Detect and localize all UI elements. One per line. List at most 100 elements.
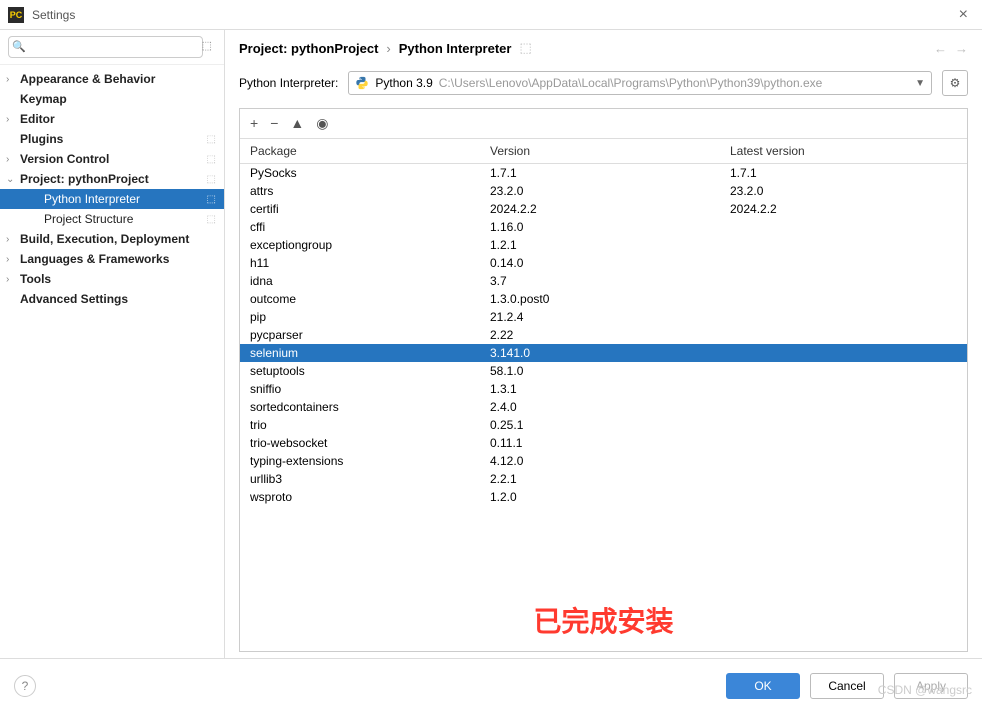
sidebar-item[interactable]: ›Languages & Frameworks	[0, 249, 224, 269]
package-version: 3.141.0	[480, 344, 720, 362]
sidebar-item[interactable]: ›Version Control⬚	[0, 149, 224, 169]
sidebar-item[interactable]: Keymap	[0, 89, 224, 109]
package-row[interactable]: pip21.2.4	[240, 308, 967, 326]
package-row[interactable]: urllib32.2.1	[240, 470, 967, 488]
package-row[interactable]: sortedcontainers2.4.0	[240, 398, 967, 416]
scope-badge-icon: ⬚	[207, 154, 216, 165]
packages-header: Package Version Latest version	[240, 139, 967, 164]
package-latest	[720, 290, 967, 308]
package-name: outcome	[240, 290, 480, 308]
close-icon[interactable]: ×	[953, 6, 974, 24]
column-version[interactable]: Version	[480, 139, 720, 163]
package-latest	[720, 398, 967, 416]
package-row[interactable]: wsproto1.2.0	[240, 488, 967, 506]
ok-button[interactable]: OK	[726, 673, 800, 699]
python-icon	[355, 76, 369, 90]
chevron-icon: ›	[6, 154, 20, 165]
package-latest	[720, 236, 967, 254]
interpreter-label: Python Interpreter:	[239, 76, 338, 90]
package-latest: 2024.2.2	[720, 200, 967, 218]
column-package[interactable]: Package	[240, 139, 480, 163]
sidebar-item[interactable]: ›Tools	[0, 269, 224, 289]
package-row[interactable]: idna3.7	[240, 272, 967, 290]
package-row[interactable]: attrs23.2.023.2.0	[240, 182, 967, 200]
sidebar: 🔍 ⬚ ›Appearance & BehaviorKeymap›EditorP…	[0, 30, 225, 658]
package-name: wsproto	[240, 488, 480, 506]
sidebar-subitem[interactable]: Project Structure⬚	[0, 209, 224, 229]
annotation-overlay: 已完成安装	[533, 600, 673, 640]
sidebar-item[interactable]: Advanced Settings	[0, 289, 224, 309]
sidebar-item-label: Tools	[20, 272, 216, 286]
package-version: 1.3.0.post0	[480, 290, 720, 308]
package-latest	[720, 452, 967, 470]
package-version: 4.12.0	[480, 452, 720, 470]
sidebar-item-label: Version Control	[20, 152, 207, 166]
package-name: pycparser	[240, 326, 480, 344]
settings-tree: ›Appearance & BehaviorKeymap›EditorPlugi…	[0, 65, 224, 658]
interpreter-settings-button[interactable]: ⚙	[942, 70, 968, 96]
chevron-icon: ›	[6, 74, 20, 85]
sidebar-subitem[interactable]: Python Interpreter⬚	[0, 189, 224, 209]
search-input[interactable]	[8, 36, 203, 58]
package-row[interactable]: typing-extensions4.12.0	[240, 452, 967, 470]
upgrade-package-button[interactable]: ▲	[290, 115, 304, 132]
window-title: Settings	[32, 8, 75, 22]
package-version: 21.2.4	[480, 308, 720, 326]
back-icon[interactable]: ←	[934, 41, 947, 56]
scope-badge-icon: ⬚	[207, 214, 216, 225]
package-name: setuptools	[240, 362, 480, 380]
package-version: 1.2.0	[480, 488, 720, 506]
sidebar-item[interactable]: ⌄Project: pythonProject⬚	[0, 169, 224, 189]
sidebar-item[interactable]: Plugins⬚	[0, 129, 224, 149]
package-row[interactable]: outcome1.3.0.post0	[240, 290, 967, 308]
chevron-icon: ›	[6, 114, 20, 125]
package-row[interactable]: certifi2024.2.22024.2.2	[240, 200, 967, 218]
interpreter-path: C:\Users\Lenovo\AppData\Local\Programs\P…	[439, 76, 823, 90]
package-version: 0.14.0	[480, 254, 720, 272]
sidebar-item-label: Plugins	[20, 132, 207, 146]
package-name: cffi	[240, 218, 480, 236]
package-row[interactable]: trio0.25.1	[240, 416, 967, 434]
packages-panel: + − ▲ ◉ Package Version Latest version P…	[239, 108, 968, 652]
chevron-icon: ⌄	[6, 174, 20, 185]
column-latest[interactable]: Latest version	[720, 139, 967, 163]
search-options-icon[interactable]: ⬚	[202, 39, 212, 52]
package-name: h11	[240, 254, 480, 272]
sidebar-item-label: Advanced Settings	[20, 292, 216, 306]
package-latest	[720, 470, 967, 488]
add-package-button[interactable]: +	[250, 115, 258, 132]
sidebar-item[interactable]: ›Build, Execution, Deployment	[0, 229, 224, 249]
package-latest	[720, 362, 967, 380]
package-row[interactable]: selenium3.141.0	[240, 344, 967, 362]
sidebar-item[interactable]: ›Editor	[0, 109, 224, 129]
package-version: 0.11.1	[480, 434, 720, 452]
sidebar-item-label: Project: pythonProject	[20, 172, 207, 186]
package-version: 2.22	[480, 326, 720, 344]
interpreter-select[interactable]: Python 3.9 C:\Users\Lenovo\AppData\Local…	[348, 71, 932, 95]
breadcrumb-project: Project: pythonProject	[239, 41, 378, 56]
scope-badge-icon: ⬚	[207, 194, 216, 205]
package-row[interactable]: sniffio1.3.1	[240, 380, 967, 398]
search-icon: 🔍	[12, 40, 26, 53]
forward-icon[interactable]: →	[955, 41, 968, 56]
packages-list[interactable]: PySocks1.7.11.7.1attrs23.2.023.2.0certif…	[240, 164, 967, 651]
chevron-right-icon: ›	[386, 41, 390, 56]
package-row[interactable]: exceptiongroup1.2.1	[240, 236, 967, 254]
remove-package-button[interactable]: −	[270, 115, 278, 132]
package-row[interactable]: trio-websocket0.11.1	[240, 434, 967, 452]
help-button[interactable]: ?	[14, 675, 36, 697]
package-row[interactable]: h110.14.0	[240, 254, 967, 272]
reset-icon[interactable]: ⬚	[519, 40, 531, 56]
package-name: idna	[240, 272, 480, 290]
package-row[interactable]: PySocks1.7.11.7.1	[240, 164, 967, 182]
package-latest	[720, 218, 967, 236]
package-row[interactable]: cffi1.16.0	[240, 218, 967, 236]
package-latest	[720, 434, 967, 452]
sidebar-item[interactable]: ›Appearance & Behavior	[0, 69, 224, 89]
package-row[interactable]: setuptools58.1.0	[240, 362, 967, 380]
show-early-releases-button[interactable]: ◉	[316, 115, 328, 132]
apply-button[interactable]: Apply	[894, 673, 968, 699]
cancel-button[interactable]: Cancel	[810, 673, 884, 699]
package-row[interactable]: pycparser2.22	[240, 326, 967, 344]
package-version: 23.2.0	[480, 182, 720, 200]
